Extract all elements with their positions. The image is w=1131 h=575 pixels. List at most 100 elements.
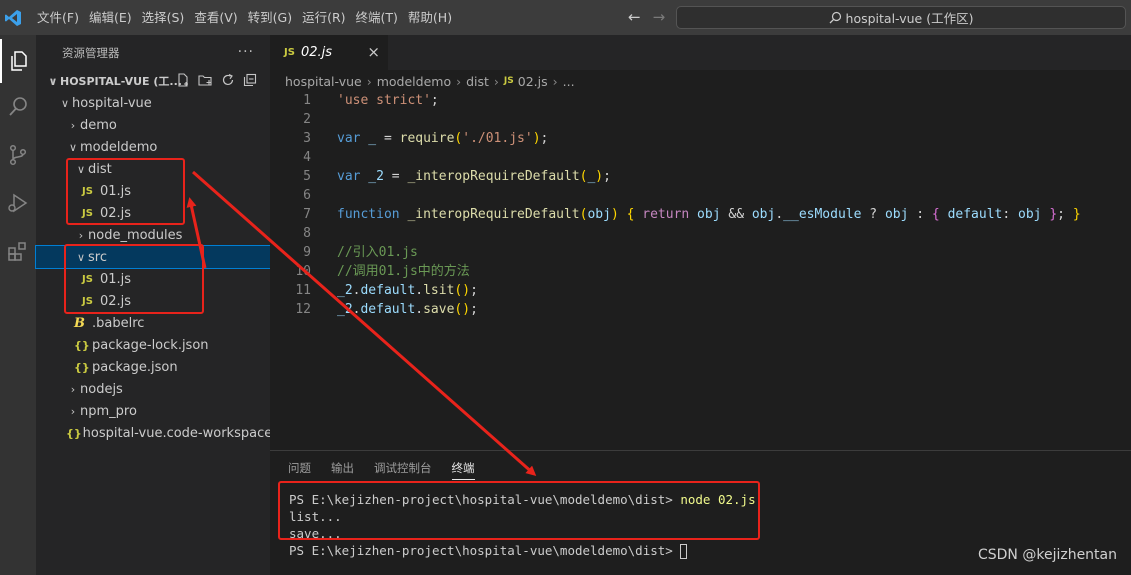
code-token: return	[642, 207, 690, 222]
editor-area: JS 02.js × hospital-vue › modeldemo › dist…	[270, 35, 1131, 450]
tree-label: hospital-vue.code-workspace	[82, 425, 273, 441]
json-file-icon: {}	[66, 426, 82, 440]
code-token: save	[423, 302, 455, 317]
extensions-icon[interactable]	[0, 229, 36, 273]
chevron-right-icon: ›	[70, 118, 76, 132]
tree-folder-demo[interactable]: › demo	[36, 114, 270, 136]
tab-output[interactable]: 输出	[331, 460, 354, 476]
workspace-header[interactable]: ∨ HOSPITAL-VUE (工...	[36, 70, 270, 92]
menu-edit[interactable]: 编辑(E)	[84, 0, 137, 35]
breadcrumb-item[interactable]: 02.js	[518, 74, 548, 89]
line-number: 3	[303, 131, 311, 146]
tab-02js[interactable]: JS 02.js ×	[270, 35, 388, 70]
menu-selection[interactable]: 选择(S)	[137, 0, 190, 35]
code-token: ;	[540, 131, 549, 146]
annotation-box-terminal	[278, 481, 760, 540]
chevron-down-icon: ∨	[68, 140, 78, 154]
vscode-window: 文件(F) 编辑(E) 选择(S) 查看(V) 转到(G) 运行(R) 终端(T…	[0, 0, 1131, 575]
forward-arrow-icon[interactable]: →	[653, 8, 666, 26]
workspace-actions	[176, 73, 257, 87]
code-token: :	[908, 207, 932, 222]
code-line: 8	[270, 224, 1131, 243]
annotation-box-dist	[66, 158, 185, 225]
more-actions-icon[interactable]: ···	[238, 44, 254, 60]
code-token: }	[1072, 207, 1081, 222]
tree-folder-hospital-vue[interactable]: ∨ hospital-vue	[36, 92, 270, 114]
code-token: function	[337, 207, 400, 222]
javascript-file-icon: JS	[503, 76, 514, 86]
chevron-right-icon: ›	[552, 73, 558, 89]
code-line: 3 var _ = require('./01.js');	[270, 129, 1131, 148]
code-token: }	[1041, 207, 1058, 222]
code-token: _interopRequireDefault	[399, 207, 580, 222]
breadcrumb-item[interactable]: dist	[466, 74, 489, 89]
javascript-file-icon: JS	[284, 47, 295, 58]
code-token: =	[391, 169, 408, 184]
explorer-header: 资源管理器 ···	[36, 35, 270, 70]
tab-terminal[interactable]: 终端	[451, 460, 475, 480]
new-file-icon[interactable]	[176, 73, 190, 87]
tab-problems[interactable]: 问题	[288, 460, 311, 476]
code-comment: //引入01.js	[337, 245, 418, 260]
watermark: CSDN @kejizhentan	[977, 547, 1117, 563]
terminal-cursor	[680, 544, 688, 559]
back-arrow-icon[interactable]: ←	[628, 8, 641, 26]
tree-label: npm_pro	[80, 403, 137, 419]
source-control-icon[interactable]	[0, 133, 36, 177]
search-view-icon[interactable]	[0, 85, 36, 129]
nav-arrows: ← →	[628, 8, 665, 26]
code-token: obj	[1018, 207, 1042, 222]
collapse-all-icon[interactable]	[243, 73, 257, 87]
tree-file-workspace[interactable]: {} hospital-vue.code-workspace	[36, 422, 273, 444]
code-editor[interactable]: 1'use strict'; 2 3 var _ = require('./01.…	[270, 91, 1131, 319]
activity-bar	[0, 35, 36, 575]
menu-terminal[interactable]: 终端(T)	[351, 0, 403, 35]
line-number: 7	[303, 207, 311, 222]
code-token: require	[399, 131, 455, 146]
command-center-search[interactable]: hospital-vue (工作区)	[676, 6, 1126, 29]
line-number: 5	[303, 169, 311, 184]
tree-file-package-lock[interactable]: {} package-lock.json	[36, 334, 270, 356]
tree-file-babelrc[interactable]: B .babelrc	[36, 312, 270, 334]
code-token: 'use strict'	[337, 93, 431, 108]
tree-file-package-json[interactable]: {} package.json	[36, 356, 270, 378]
menu-run[interactable]: 运行(R)	[297, 0, 350, 35]
menu-file[interactable]: 文件(F)	[32, 0, 84, 35]
tree-folder-npm-pro[interactable]: › npm_pro	[36, 400, 270, 422]
code-token: )	[532, 131, 541, 146]
search-icon	[829, 11, 841, 24]
title-bar: 文件(F) 编辑(E) 选择(S) 查看(V) 转到(G) 运行(R) 终端(T…	[0, 0, 1131, 35]
menu-view[interactable]: 查看(V)	[189, 0, 242, 35]
explorer-icon[interactable]	[0, 39, 36, 83]
search-label: hospital-vue (工作区)	[845, 11, 974, 26]
new-folder-icon[interactable]	[198, 73, 213, 87]
code-token: var	[337, 169, 361, 184]
close-icon[interactable]: ×	[367, 43, 380, 61]
line-number: 10	[295, 264, 311, 279]
refresh-icon[interactable]	[221, 73, 235, 87]
tab-debug-console[interactable]: 调试控制台	[374, 460, 432, 476]
tree-label: package-lock.json	[92, 337, 209, 353]
code-token: ()	[454, 283, 471, 298]
tree-label: .babelrc	[92, 315, 145, 331]
tree-folder-modeldemo[interactable]: ∨ modeldemo	[36, 136, 270, 158]
menu-bar: 文件(F) 编辑(E) 选择(S) 查看(V) 转到(G) 运行(R) 终端(T…	[32, 0, 457, 35]
code-line: 7 function _interopRequireDefault(obj) { …	[270, 205, 1131, 224]
chevron-right-icon: ›	[456, 73, 462, 89]
breadcrumb-item[interactable]: ...	[563, 74, 575, 89]
menu-go[interactable]: 转到(G)	[243, 0, 297, 35]
breadcrumb-item[interactable]: modeldemo	[377, 74, 451, 89]
code-token: ;	[470, 283, 478, 298]
code-token: var	[337, 131, 361, 146]
code-token: {	[618, 207, 643, 222]
tree-folder-nodejs[interactable]: › nodejs	[36, 378, 270, 400]
workspace-name: HOSPITAL-VUE (工...	[60, 75, 182, 88]
code-token: .	[415, 302, 424, 317]
line-number: 2	[303, 112, 311, 127]
menu-help[interactable]: 帮助(H)	[403, 0, 457, 35]
tree-folder-node-modules[interactable]: › node_modules	[36, 224, 270, 246]
code-line: 11 _2.default.lsit();	[270, 281, 1131, 300]
run-debug-icon[interactable]	[0, 181, 36, 225]
breadcrumb-item[interactable]: hospital-vue	[285, 74, 362, 89]
editor-tabs: JS 02.js ×	[270, 35, 1131, 70]
